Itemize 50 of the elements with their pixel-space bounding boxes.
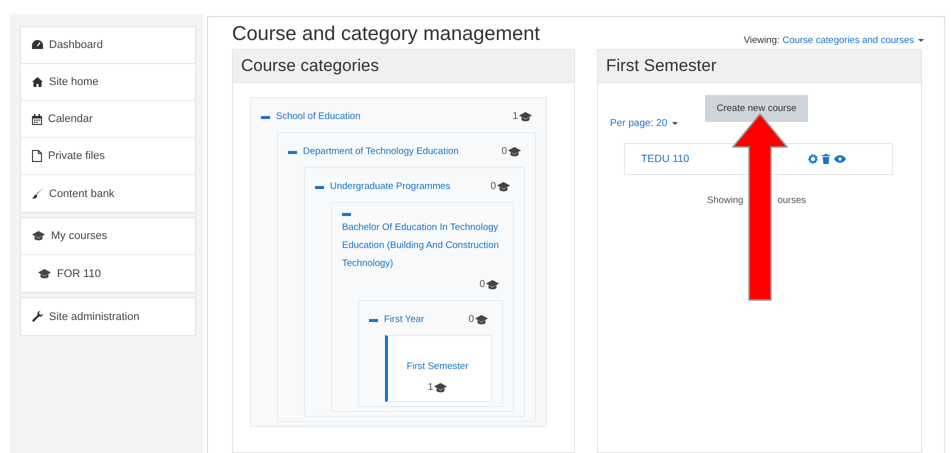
course-count: 0	[501, 145, 507, 159]
viewing-dropdown[interactable]: Course categories and courses	[782, 35, 924, 46]
category-link[interactable]: Department of Technology Education	[303, 143, 459, 161]
file-icon	[32, 150, 42, 162]
category-link[interactable]: Bachelor Of Education In Technology Education (Building And Construction Technology)	[342, 219, 499, 273]
cap-icon	[434, 383, 448, 393]
brush-icon	[32, 188, 43, 199]
create-course-button[interactable]: Create new course	[704, 95, 808, 122]
course-count: 1	[512, 110, 518, 124]
collapse-icon[interactable]	[315, 186, 324, 188]
showing-text: Showing	[707, 195, 744, 206]
nav-item[interactable]: Content bank	[21, 175, 195, 212]
course-count: 0	[490, 180, 496, 194]
panel-title: Course categories	[233, 50, 574, 83]
page-title: Course and category management	[232, 23, 540, 46]
category-link[interactable]: First Year	[384, 311, 424, 329]
cap-icon	[519, 112, 532, 122]
nav-item[interactable]: Site administration	[21, 298, 195, 335]
panel-title: First Semester	[598, 50, 921, 83]
course-link[interactable]: TEDU 110	[641, 153, 690, 165]
collapse-icon[interactable]	[369, 318, 378, 322]
cap-icon	[32, 231, 45, 241]
cap-icon	[508, 147, 521, 157]
course-count: 1	[428, 381, 434, 395]
eye-icon[interactable]	[834, 155, 846, 163]
category-link[interactable]: First Semester	[406, 358, 468, 376]
calendar-icon	[32, 114, 42, 124]
category-link[interactable]: School of Education	[276, 108, 361, 126]
dashboard-icon	[32, 40, 43, 50]
showing-text: ourses	[777, 195, 806, 206]
nav-item[interactable]: Site home	[21, 64, 195, 101]
cap-icon	[38, 268, 51, 278]
cap-icon	[475, 315, 488, 325]
nav-item[interactable]: Calendar	[21, 101, 195, 138]
nav-item[interactable]: Dashboard	[21, 27, 195, 64]
collapse-icon[interactable]	[261, 116, 270, 118]
nav-item[interactable]: Private files	[21, 138, 195, 175]
nav-item[interactable]: My courses	[21, 218, 195, 255]
course-count: 0	[468, 313, 474, 327]
nav-item[interactable]: FOR 110	[21, 255, 195, 292]
category-link[interactable]: Undergraduate Programmes	[330, 178, 450, 196]
cap-icon	[486, 280, 499, 290]
home-icon	[32, 77, 43, 87]
collapse-icon[interactable]	[288, 150, 297, 154]
wrench-icon	[32, 311, 43, 322]
course-count: 0	[479, 278, 485, 292]
settings-icon[interactable]	[808, 154, 818, 164]
cap-icon	[497, 182, 510, 192]
viewing-label: Viewing:	[744, 35, 780, 46]
trash-icon[interactable]	[822, 154, 830, 164]
